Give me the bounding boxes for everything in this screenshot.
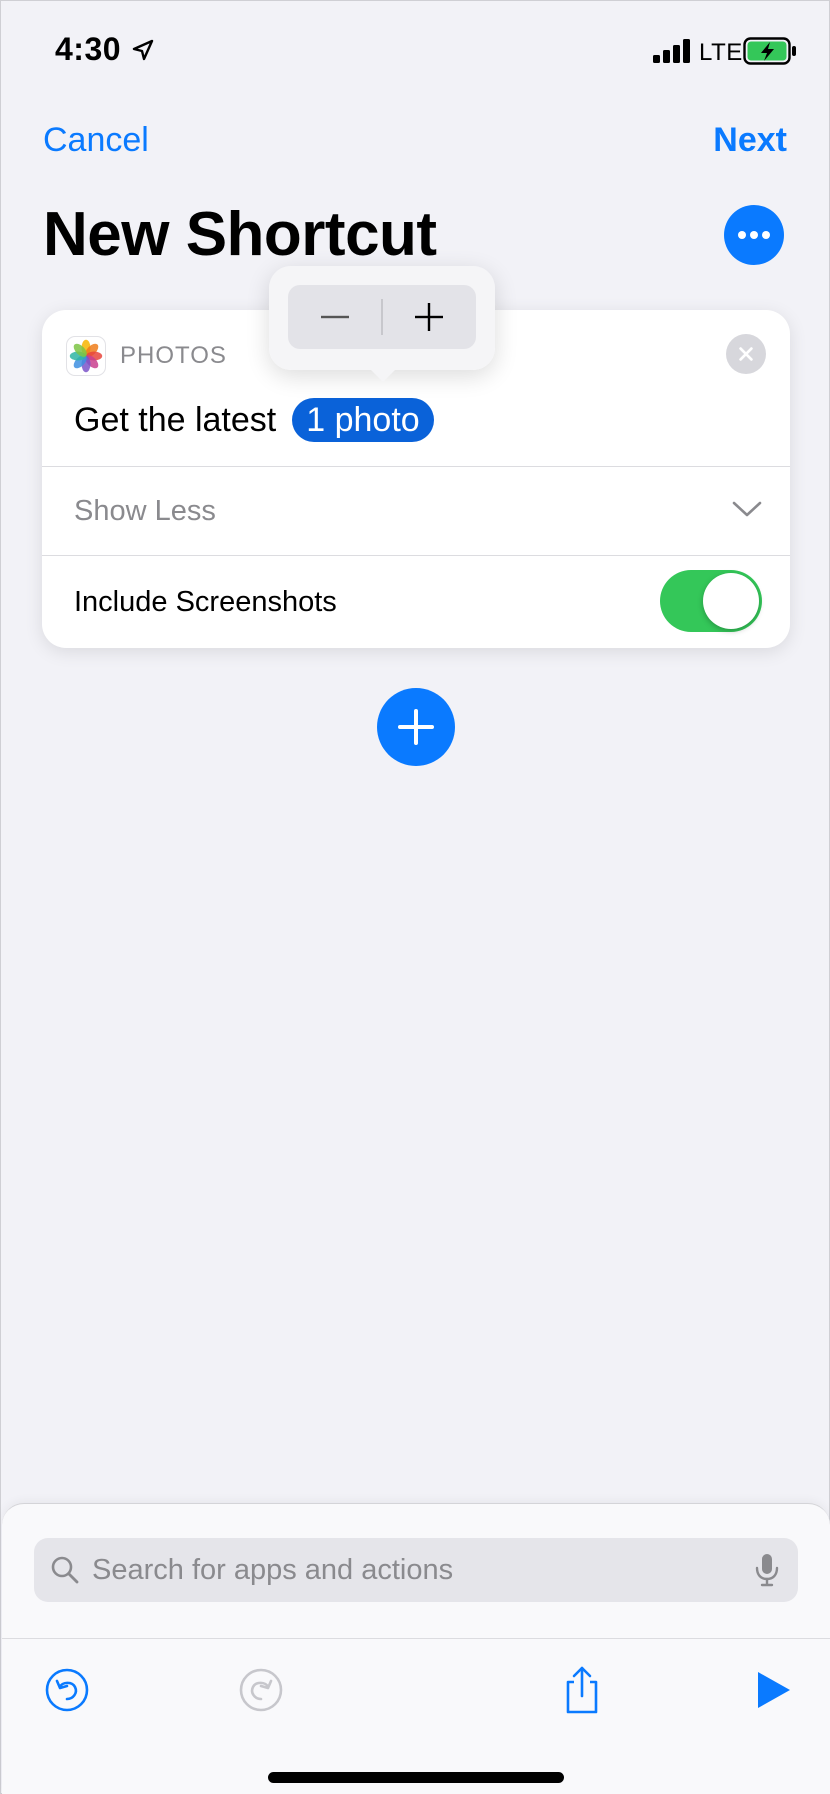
add-action-button[interactable] (377, 688, 455, 766)
action-sentence: Get the latest 1 photo (74, 394, 434, 446)
close-icon (739, 347, 753, 361)
photo-count-token[interactable]: 1 photo (292, 398, 434, 442)
ellipsis-icon (738, 231, 770, 239)
share-icon (566, 1666, 598, 1714)
plus-icon (415, 303, 443, 331)
chevron-down-icon (732, 501, 762, 517)
search-field (34, 1538, 798, 1602)
show-less-row[interactable]: Show Less (42, 467, 790, 555)
redo-button[interactable] (231, 1660, 291, 1720)
increment-button[interactable] (382, 285, 476, 349)
include-screenshots-row: Include Screenshots (42, 556, 790, 648)
undo-icon (45, 1668, 89, 1712)
signal-bars-icon (653, 39, 690, 63)
redo-icon (239, 1668, 283, 1712)
next-button[interactable]: Next (713, 121, 787, 160)
remove-action-button[interactable] (726, 334, 766, 374)
search-icon (51, 1556, 79, 1584)
microphone-icon[interactable] (754, 1553, 780, 1587)
sentence-text: Get the latest (74, 400, 277, 439)
toolbar-divider (2, 1638, 830, 1639)
status-bar: 4:30 LTE (1, 1, 830, 101)
card-header: PHOTOS (66, 334, 227, 378)
toggle-knob (703, 573, 759, 629)
stepper-popover (269, 266, 495, 382)
app-label: PHOTOS (120, 342, 227, 369)
location-arrow-icon (132, 39, 154, 61)
undo-button[interactable] (37, 1660, 97, 1720)
home-indicator (268, 1772, 564, 1783)
stepper (288, 285, 476, 349)
plus-icon (398, 709, 434, 745)
screen: 4:30 LTE Cancel Next New Shortcut PHOTOS… (0, 0, 830, 1794)
photos-app-icon (66, 336, 106, 376)
stepper-separator (381, 299, 383, 335)
show-less-label: Show Less (74, 494, 216, 527)
bottom-sheet (2, 1503, 830, 1794)
share-button[interactable] (552, 1660, 612, 1720)
include-screenshots-toggle[interactable] (660, 570, 762, 632)
decrement-button[interactable] (288, 285, 382, 349)
network-label: LTE (699, 39, 743, 66)
run-button[interactable] (744, 1660, 804, 1720)
status-time: 4:30 (55, 31, 122, 67)
minus-icon (321, 315, 349, 319)
play-icon (758, 1672, 790, 1708)
search-input[interactable] (92, 1540, 754, 1600)
cancel-button[interactable]: Cancel (43, 121, 149, 160)
popover-arrow (367, 366, 399, 382)
more-options-button[interactable] (724, 205, 784, 265)
include-screenshots-label: Include Screenshots (74, 585, 337, 618)
battery-charging-icon (743, 37, 796, 65)
page-title: New Shortcut (43, 200, 437, 269)
